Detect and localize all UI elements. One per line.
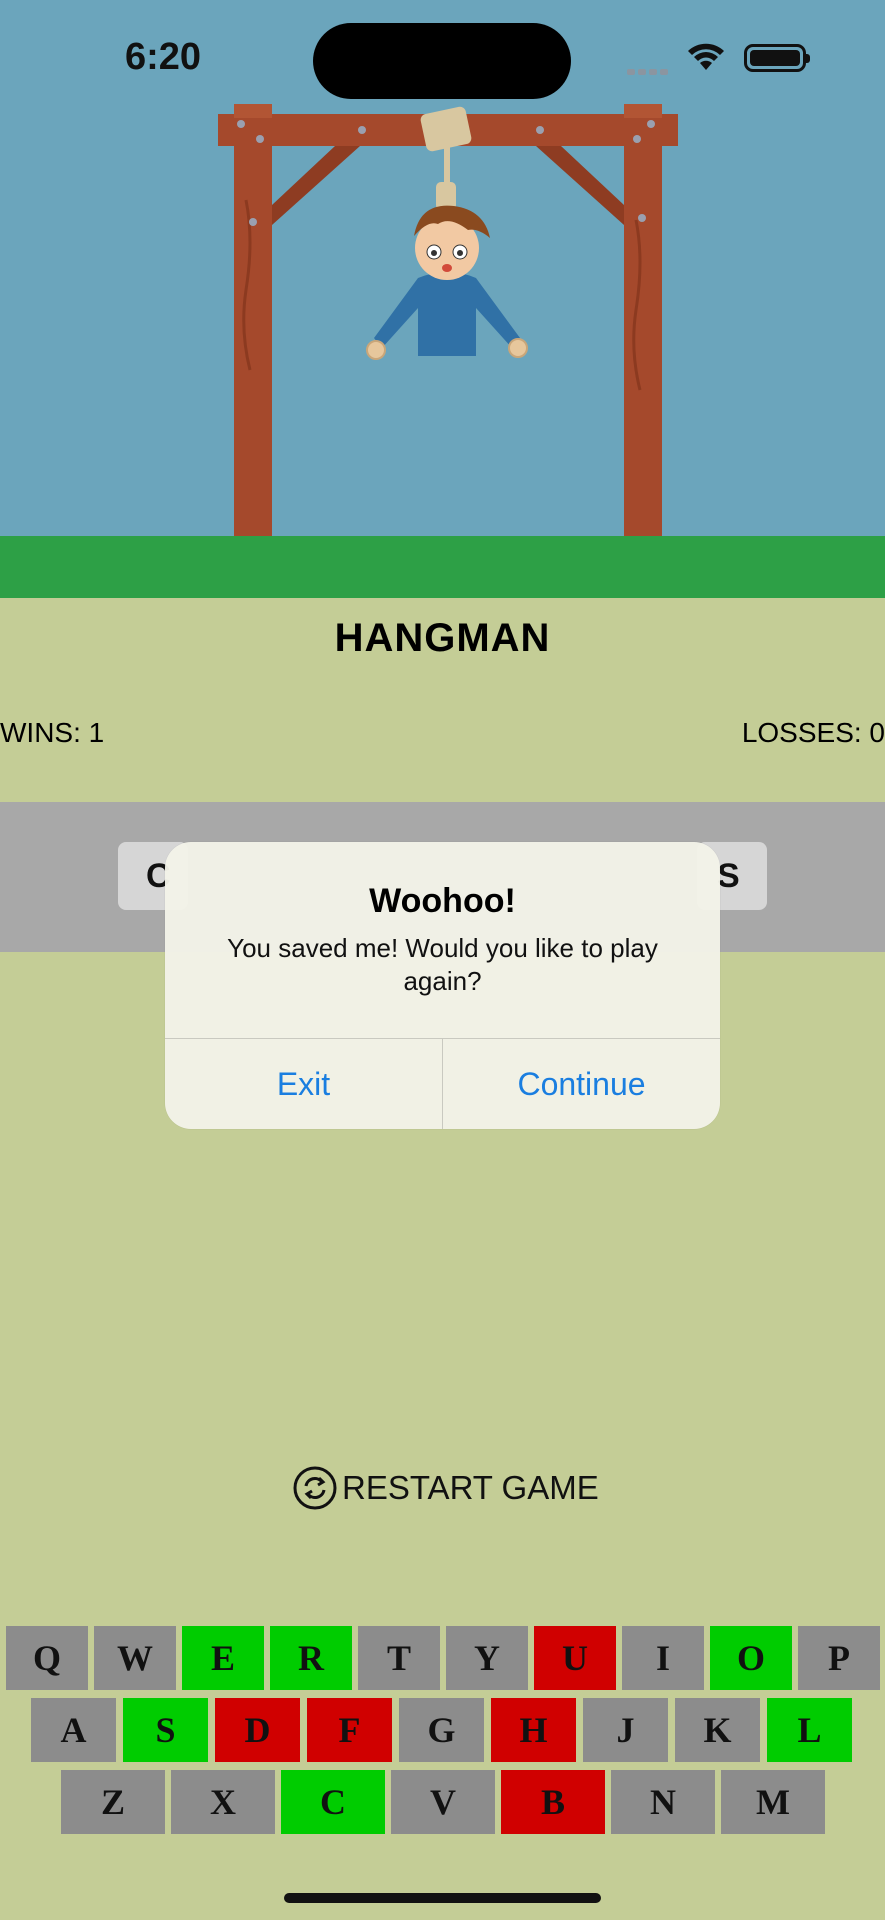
restart-icon — [293, 1466, 337, 1510]
left-post — [234, 104, 272, 536]
continue-button[interactable]: Continue — [443, 1039, 720, 1129]
key-a[interactable]: A — [31, 1698, 116, 1762]
key-d[interactable]: D — [215, 1698, 300, 1762]
right-brace — [536, 146, 624, 225]
key-w[interactable]: W — [94, 1626, 176, 1690]
wifi-icon — [688, 43, 724, 70]
rope — [420, 106, 472, 210]
home-indicator[interactable] — [284, 1893, 601, 1903]
key-k[interactable]: K — [675, 1698, 760, 1762]
grass-ground — [0, 536, 885, 598]
losses-counter: LOSSES: 0 — [741, 717, 885, 748]
restart-label: RESTART GAME — [342, 1469, 599, 1506]
key-l[interactable]: L — [767, 1698, 852, 1762]
key-n[interactable]: N — [611, 1770, 715, 1834]
key-i[interactable]: I — [622, 1626, 704, 1690]
key-z[interactable]: Z — [61, 1770, 165, 1834]
restart-game-button[interactable]: RESTART GAME — [292, 1464, 599, 1512]
key-o[interactable]: O — [710, 1626, 792, 1690]
key-j[interactable]: J — [583, 1698, 668, 1762]
right-post — [624, 104, 662, 536]
left-brace — [272, 146, 360, 225]
key-b[interactable]: B — [501, 1770, 605, 1834]
win-alert-dialog: Woohoo! You saved me! Would you like to … — [165, 842, 720, 1129]
status-bar: 6:20 — [0, 0, 885, 110]
key-g[interactable]: G — [399, 1698, 484, 1762]
key-c[interactable]: C — [281, 1770, 385, 1834]
key-x[interactable]: X — [171, 1770, 275, 1834]
key-e[interactable]: E — [182, 1626, 264, 1690]
character — [366, 205, 528, 360]
alert-message: You saved me! Would you like to play aga… — [227, 933, 658, 996]
key-r[interactable]: R — [270, 1626, 352, 1690]
battery-icon — [744, 44, 810, 72]
key-h[interactable]: H — [491, 1698, 576, 1762]
key-f[interactable]: F — [307, 1698, 392, 1762]
key-s[interactable]: S — [123, 1698, 208, 1762]
cellular-signal-icon — [627, 62, 671, 80]
key-u[interactable]: U — [534, 1626, 616, 1690]
wins-counter: WINS: 1 — [0, 717, 105, 748]
alert-title: Woohoo! — [369, 882, 516, 920]
game-title: HANGMAN — [334, 616, 551, 660]
key-m[interactable]: M — [721, 1770, 825, 1834]
key-p[interactable]: P — [798, 1626, 880, 1690]
key-y[interactable]: Y — [446, 1626, 528, 1690]
exit-button[interactable]: Exit — [165, 1039, 442, 1129]
dynamic-island — [313, 23, 571, 99]
status-time: 6:20 — [125, 36, 202, 78]
key-v[interactable]: V — [391, 1770, 495, 1834]
key-t[interactable]: T — [358, 1626, 440, 1690]
key-q[interactable]: Q — [6, 1626, 88, 1690]
